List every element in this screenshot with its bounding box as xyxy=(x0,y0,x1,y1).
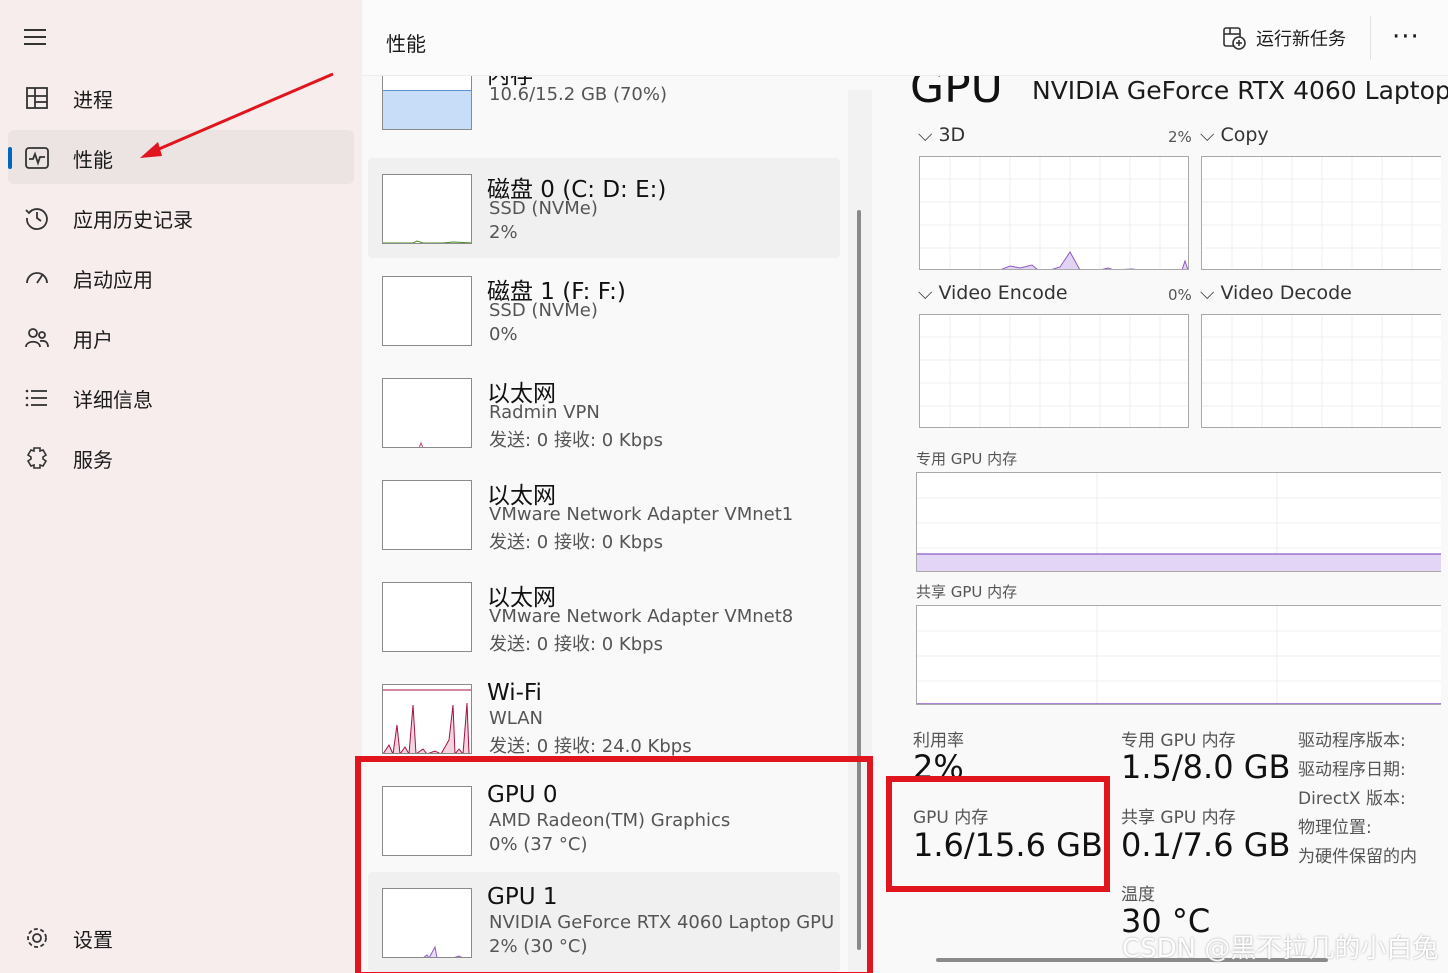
engine-video-encode-selector[interactable]: ⌵ Video Encode xyxy=(918,282,1068,304)
device-sub: 10.6/15.2 GB (70%) xyxy=(489,84,668,105)
device-item-disk1[interactable]: 磁盘 1 (F: F:) SSD (NVMe) 0% xyxy=(368,260,840,360)
dedicated-memory-graph-label: 专用 GPU 内存 xyxy=(916,450,1018,468)
run-new-task-button[interactable]: 运行新任务 xyxy=(1222,22,1346,54)
watermark: CSDN @黑不拉几的小白兔 xyxy=(1122,934,1439,964)
engine-copy-selector[interactable]: ⌵ Copy xyxy=(1200,124,1269,146)
device-sub: SSD (NVMe) xyxy=(489,198,598,219)
page-title: 性能 xyxy=(386,32,426,56)
hardware-reserved-label: 为硬件保留的内 xyxy=(1298,847,1417,867)
annotation-box-gpu-memory xyxy=(886,776,1110,892)
engine-video-decode-graph xyxy=(1201,314,1441,428)
sidebar-item-label: 用户 xyxy=(73,328,113,352)
shared-memory-graph-label: 共享 GPU 内存 xyxy=(916,583,1018,601)
driver-version-label: 驱动程序版本: xyxy=(1298,731,1406,751)
new-task-icon xyxy=(1223,27,1246,50)
sidebar-item-label: 详细信息 xyxy=(73,388,153,412)
sidebar-item-label: 启动应用 xyxy=(73,268,153,292)
device-usage: 发送: 0 接收: 0 Kbps xyxy=(489,532,663,553)
gear-icon xyxy=(27,928,47,948)
engine-3d-percent: 2% xyxy=(1168,128,1192,146)
physical-location-label: 物理位置: xyxy=(1298,818,1372,838)
device-item-disk0[interactable]: 磁盘 0 (C: D: E:) SSD (NVMe) 2% xyxy=(368,158,840,258)
sidebar-item-startup-apps[interactable]: 启动应用 xyxy=(8,250,354,304)
engine-video-encode-percent: 0% xyxy=(1168,286,1192,304)
device-item-ethernet-radmin[interactable]: 以太网 Radmin VPN 发送: 0 接收: 0 Kbps xyxy=(368,362,840,462)
header-divider xyxy=(1370,16,1371,60)
engine-label: 3D xyxy=(938,124,966,146)
users-icon xyxy=(25,328,49,348)
sidebar-item-details[interactable]: 详细信息 xyxy=(8,370,354,424)
sidebar-item-settings[interactable]: 设置 xyxy=(8,910,354,964)
directx-version-label: DirectX 版本: xyxy=(1298,789,1406,809)
engine-3d-graph xyxy=(919,156,1189,270)
memory-thumbnail xyxy=(382,76,472,130)
sidebar-item-services[interactable]: 服务 xyxy=(8,430,354,484)
app-history-icon xyxy=(25,208,48,230)
gpu-title: GPU xyxy=(910,76,1003,113)
dedicated-memory-graph xyxy=(916,472,1441,572)
dedicated-memory-value: 1.5/8.0 GB xyxy=(1121,748,1291,786)
sidebar-item-label: 应用历史记录 xyxy=(73,208,193,232)
engine-label: Video Encode xyxy=(938,282,1068,304)
sidebar-item-users[interactable]: 用户 xyxy=(8,310,354,364)
device-sub: WLAN xyxy=(489,708,544,729)
ethernet-thumbnail xyxy=(382,582,472,652)
engine-video-encode-graph xyxy=(919,314,1189,428)
device-usage: 0% xyxy=(489,324,518,345)
shared-memory-value: 0.1/7.6 GB xyxy=(1121,826,1291,864)
device-sub: VMware Network Adapter VMnet1 xyxy=(489,504,794,525)
device-usage: 发送: 0 接收: 0 Kbps xyxy=(489,430,663,451)
startup-apps-icon xyxy=(26,272,48,284)
device-item-ethernet-vmnet8[interactable]: 以太网 VMware Network Adapter VMnet8 发送: 0 … xyxy=(368,566,840,666)
engine-video-decode-selector[interactable]: ⌵ Video Decode xyxy=(1200,282,1352,304)
disk1-thumbnail xyxy=(382,276,472,346)
device-usage: 发送: 0 接收: 0 Kbps xyxy=(489,634,663,655)
device-sub: VMware Network Adapter VMnet8 xyxy=(489,606,794,627)
engine-3d-selector[interactable]: ⌵ 3D xyxy=(918,124,965,146)
device-usage: 2% xyxy=(489,222,518,243)
engine-copy-graph xyxy=(1201,156,1441,270)
ethernet-thumbnail xyxy=(382,378,472,448)
engine-label: Copy xyxy=(1220,124,1269,146)
shared-memory-graph xyxy=(916,605,1441,705)
annotation-arrow xyxy=(140,72,334,158)
more-options-button[interactable]: ··· xyxy=(1392,22,1420,52)
run-new-task-label: 运行新任务 xyxy=(1256,29,1346,50)
ethernet-thumbnail xyxy=(382,480,472,550)
engine-label: Video Decode xyxy=(1220,282,1352,304)
services-icon xyxy=(26,447,48,469)
driver-date-label: 驱动程序日期: xyxy=(1298,760,1406,780)
annotation-box-gpu-list xyxy=(355,756,873,973)
gpu-model: NVIDIA GeForce RTX 4060 Laptop xyxy=(1032,76,1448,105)
header: 性能 运行新任务 ··· xyxy=(362,0,1448,76)
device-item-wifi[interactable]: Wi-Fi WLAN 发送: 0 接收: 24.0 Kbps xyxy=(368,668,840,768)
device-name: Wi-Fi xyxy=(487,680,542,706)
details-icon xyxy=(25,389,47,407)
device-item-memory[interactable]: 内存 10.6/15.2 GB (70%) xyxy=(368,76,840,144)
device-sub: Radmin VPN xyxy=(489,402,600,423)
device-usage: 发送: 0 接收: 24.0 Kbps xyxy=(489,736,692,757)
device-sub: SSD (NVMe) xyxy=(489,300,598,321)
settings-label: 设置 xyxy=(73,928,113,952)
shared-memory-label: 共享 GPU 内存 xyxy=(1121,808,1236,828)
sidebar: 进程 性能 应用历史记录 启动应用 用户 详细信息 服务 设置 xyxy=(0,0,360,973)
device-item-ethernet-vmnet1[interactable]: 以太网 VMware Network Adapter VMnet1 发送: 0 … xyxy=(368,464,840,564)
disk0-thumbnail xyxy=(382,174,472,244)
wifi-thumbnail xyxy=(382,684,472,754)
sidebar-item-label: 服务 xyxy=(73,448,113,472)
